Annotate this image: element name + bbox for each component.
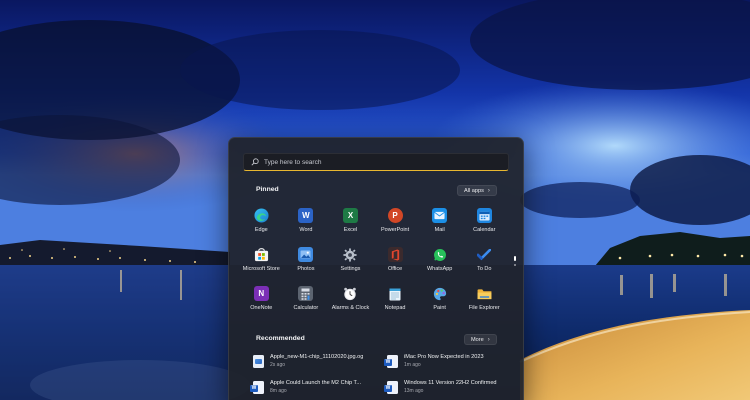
recommended-item[interactable]: Windows 11 Version 22H2 Confirmed 13m ag… xyxy=(384,380,511,400)
settings-icon xyxy=(343,247,358,262)
recommended-item-time: 8m ago xyxy=(270,388,287,394)
pinned-app-photos[interactable]: Photos xyxy=(284,243,329,282)
app-label: Calculator xyxy=(293,305,319,311)
start-menu: Type here to search Pinned All apps › Ed… xyxy=(228,137,524,400)
recommended-item-time: 13m ago xyxy=(404,388,424,394)
pinned-app-calculator[interactable]: Calculator xyxy=(284,282,329,321)
pinned-app-excel[interactable]: X Excel xyxy=(328,204,373,243)
app-label: File Explorer xyxy=(468,305,500,311)
app-label: PowerPoint xyxy=(381,227,410,233)
pinned-app-mail[interactable]: Mail xyxy=(417,204,462,243)
app-label: Excel xyxy=(343,227,358,233)
app-label: OneNote xyxy=(250,305,273,311)
recommended-item[interactable]: Apple_new-M1-chip_11102020.jpg.og 2s ago xyxy=(253,354,387,380)
word-icon: W xyxy=(298,208,314,223)
chevron-right-icon: › xyxy=(487,187,490,194)
paint-icon xyxy=(432,286,447,301)
word-document-icon xyxy=(384,381,398,394)
pinned-app-to-do[interactable]: To Do xyxy=(462,243,507,282)
more-button[interactable]: More › xyxy=(464,334,497,345)
pinned-app-alarms-clock[interactable]: Alarms & Clock xyxy=(328,282,373,321)
recommended-item-time: 2s ago xyxy=(270,362,286,368)
recommended-list: Apple_new-M1-chip_11102020.jpg.og 2s ago… xyxy=(250,354,511,400)
word-document-icon xyxy=(250,381,264,394)
search-input[interactable]: Type here to search xyxy=(243,153,509,171)
excel-icon: X xyxy=(342,208,358,223)
pinned-app-file-explorer[interactable]: File Explorer xyxy=(462,282,507,321)
page-dot-active xyxy=(514,256,516,261)
pinned-app-settings[interactable]: Settings xyxy=(328,243,373,282)
onenote-icon: N xyxy=(253,286,269,301)
whatsapp-icon xyxy=(432,247,447,262)
app-label: Alarms & Clock xyxy=(331,305,370,311)
office-icon xyxy=(387,247,403,262)
app-label: Word xyxy=(299,227,313,233)
pinned-apps-grid: Edge W Word X Excel P PowerPoint Mail Ca… xyxy=(239,204,507,321)
recommended-item-name: iMac Pro Now Expected in 2023 xyxy=(404,354,484,360)
chevron-right-icon: › xyxy=(487,336,490,343)
search-icon xyxy=(251,158,259,166)
more-label: More xyxy=(471,336,484,343)
powerpoint-icon: P xyxy=(387,208,403,223)
pinned-app-edge[interactable]: Edge xyxy=(239,204,284,243)
app-label: Mail xyxy=(434,227,445,233)
folder-icon xyxy=(477,286,492,301)
all-apps-button[interactable]: All apps › xyxy=(457,185,497,196)
page-dot xyxy=(514,264,516,266)
store-icon xyxy=(254,247,269,262)
app-label: WhatsApp xyxy=(426,266,453,272)
pinned-app-paint[interactable]: Paint xyxy=(417,282,462,321)
app-label: Calendar xyxy=(473,227,496,233)
app-label: To Do xyxy=(477,266,492,272)
notepad-icon xyxy=(388,286,403,301)
alarm-clock-icon xyxy=(343,286,358,301)
pinned-app-word[interactable]: W Word xyxy=(284,204,329,243)
app-label: Office xyxy=(387,266,403,272)
recommended-title: Recommended xyxy=(256,335,305,342)
pinned-app-notepad[interactable]: Notepad xyxy=(373,282,418,321)
recommended-item[interactable]: Apple Could Launch the M2 Chip T... 8m a… xyxy=(250,380,387,400)
app-label: Photos xyxy=(297,266,315,272)
recommended-item-name: Apple Could Launch the M2 Chip T... xyxy=(270,380,362,386)
pinned-app-office[interactable]: Office xyxy=(373,243,418,282)
recommended-item-name: Windows 11 Version 22H2 Confirmed xyxy=(404,380,497,386)
search-placeholder: Type here to search xyxy=(264,158,322,166)
app-label: Microsoft Store xyxy=(242,266,280,272)
pinned-app-calendar[interactable]: Calendar xyxy=(462,204,507,243)
todo-icon xyxy=(477,247,492,262)
edge-icon xyxy=(254,208,269,223)
photos-icon xyxy=(298,247,314,262)
recommended-item[interactable]: iMac Pro Now Expected in 2023 1m ago xyxy=(384,354,511,380)
recommended-item-name: Apple_new-M1-chip_11102020.jpg.og xyxy=(270,354,364,360)
pinned-page-indicator[interactable] xyxy=(514,256,516,266)
recommended-item-time: 1m ago xyxy=(404,362,421,368)
calendar-icon xyxy=(476,208,492,223)
pinned-app-powerpoint[interactable]: P PowerPoint xyxy=(373,204,418,243)
all-apps-label: All apps xyxy=(464,187,484,194)
mail-icon xyxy=(432,208,448,223)
word-document-icon xyxy=(384,355,398,368)
pinned-app-microsoft-store[interactable]: Microsoft Store xyxy=(239,243,284,282)
app-label: Paint xyxy=(433,305,446,311)
pinned-app-whatsapp[interactable]: WhatsApp xyxy=(417,243,462,282)
image-file-icon xyxy=(253,355,264,368)
app-label: Notepad xyxy=(384,305,406,311)
pinned-title: Pinned xyxy=(256,186,279,193)
app-label: Settings xyxy=(340,266,361,272)
app-label: Edge xyxy=(254,227,268,233)
calculator-icon xyxy=(298,286,314,301)
pinned-app-onenote[interactable]: N OneNote xyxy=(239,282,284,321)
